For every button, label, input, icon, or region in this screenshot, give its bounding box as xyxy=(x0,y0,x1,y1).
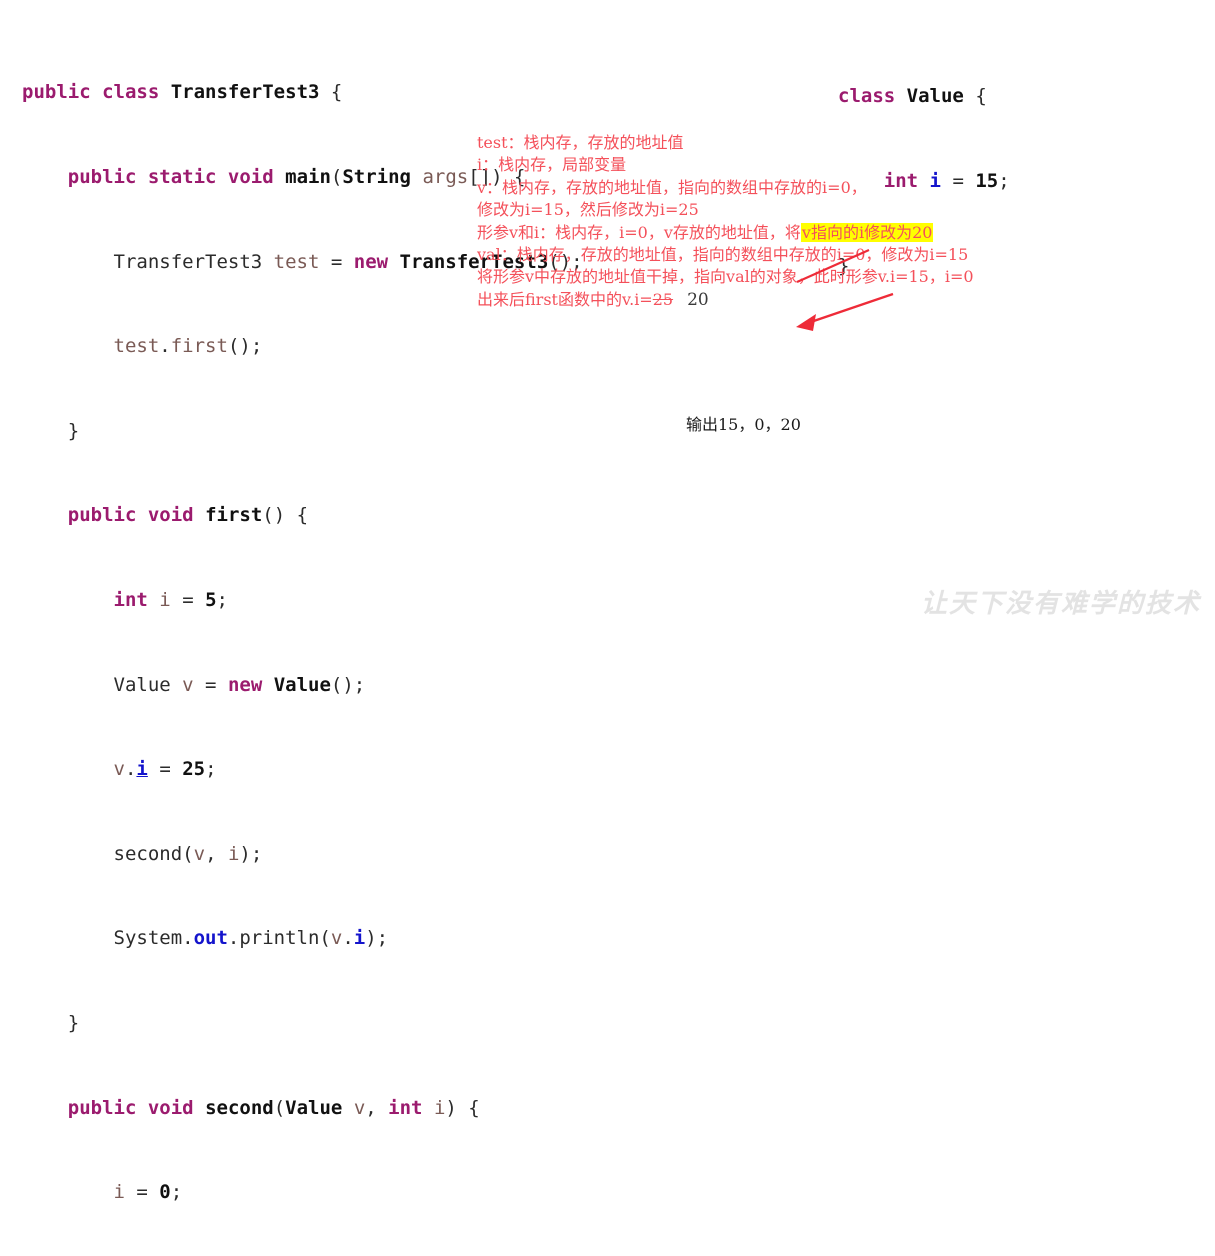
output-note: 输出15，0，20 xyxy=(686,415,801,434)
code-line: Value v = new Value(); xyxy=(22,673,366,696)
code-line: public class TransferTest3 { xyxy=(22,81,343,104)
annotation-line: i：栈内存，局部变量 xyxy=(477,155,627,175)
annotation-line-text: 出来后first函数中的v.i= xyxy=(477,289,653,309)
code-line: i = 0; xyxy=(113,1181,183,1204)
code-line: } xyxy=(22,1011,80,1034)
code-line: } xyxy=(22,419,80,442)
annotation-line: v：栈内存，存放的地址值，指向的数组中存放的i=0， xyxy=(477,177,867,197)
code-line: public void second(Value v, int i) { xyxy=(67,1096,480,1119)
struck-value: 25 xyxy=(652,289,674,309)
annotation-line: 将形参v中存放的地址值干掉，指向val的对象，此时形参v.i=15，i=0 xyxy=(477,267,974,287)
code-line: second(v, i); xyxy=(113,842,263,865)
corrected-value: 20 xyxy=(687,289,709,310)
watermark: 让天下没有难学的技术 xyxy=(920,589,1201,619)
annotation-line: test：栈内存，存放的地址值 xyxy=(477,133,684,152)
annotation-line-text: 形参v和i：栈内存，i=0，v存放的地址值，将 xyxy=(477,222,801,242)
code-line: v.i = 25; xyxy=(113,758,217,781)
code-line: public void first() { xyxy=(67,504,309,527)
annotation-line: val：栈内存，存放的地址值，指向的数组中存放的i=0，修改为i=15 xyxy=(477,244,969,264)
annotation-line: 修改为i=15，然后修改为i=25 xyxy=(477,200,699,220)
annotation-notes: test：栈内存，存放的地址值 i：栈内存，局部变量 v：栈内存，存放的地址值，… xyxy=(477,132,1177,311)
code-line: test.first(); xyxy=(113,335,263,358)
code-line: System.out.println(v.i); xyxy=(22,927,389,950)
annotation-line-highlighted: 形参v和i：栈内存，i=0，v存放的地址值，将v指向的i修改为20 xyxy=(477,222,1177,244)
code-line: class Value { xyxy=(838,85,987,108)
annotation-line-correction: 出来后first函数中的v.i=25 20 xyxy=(477,289,1177,311)
annotation-highlight: v指向的i修改为20 xyxy=(800,222,934,242)
code-line: int i = 5; xyxy=(113,588,228,611)
